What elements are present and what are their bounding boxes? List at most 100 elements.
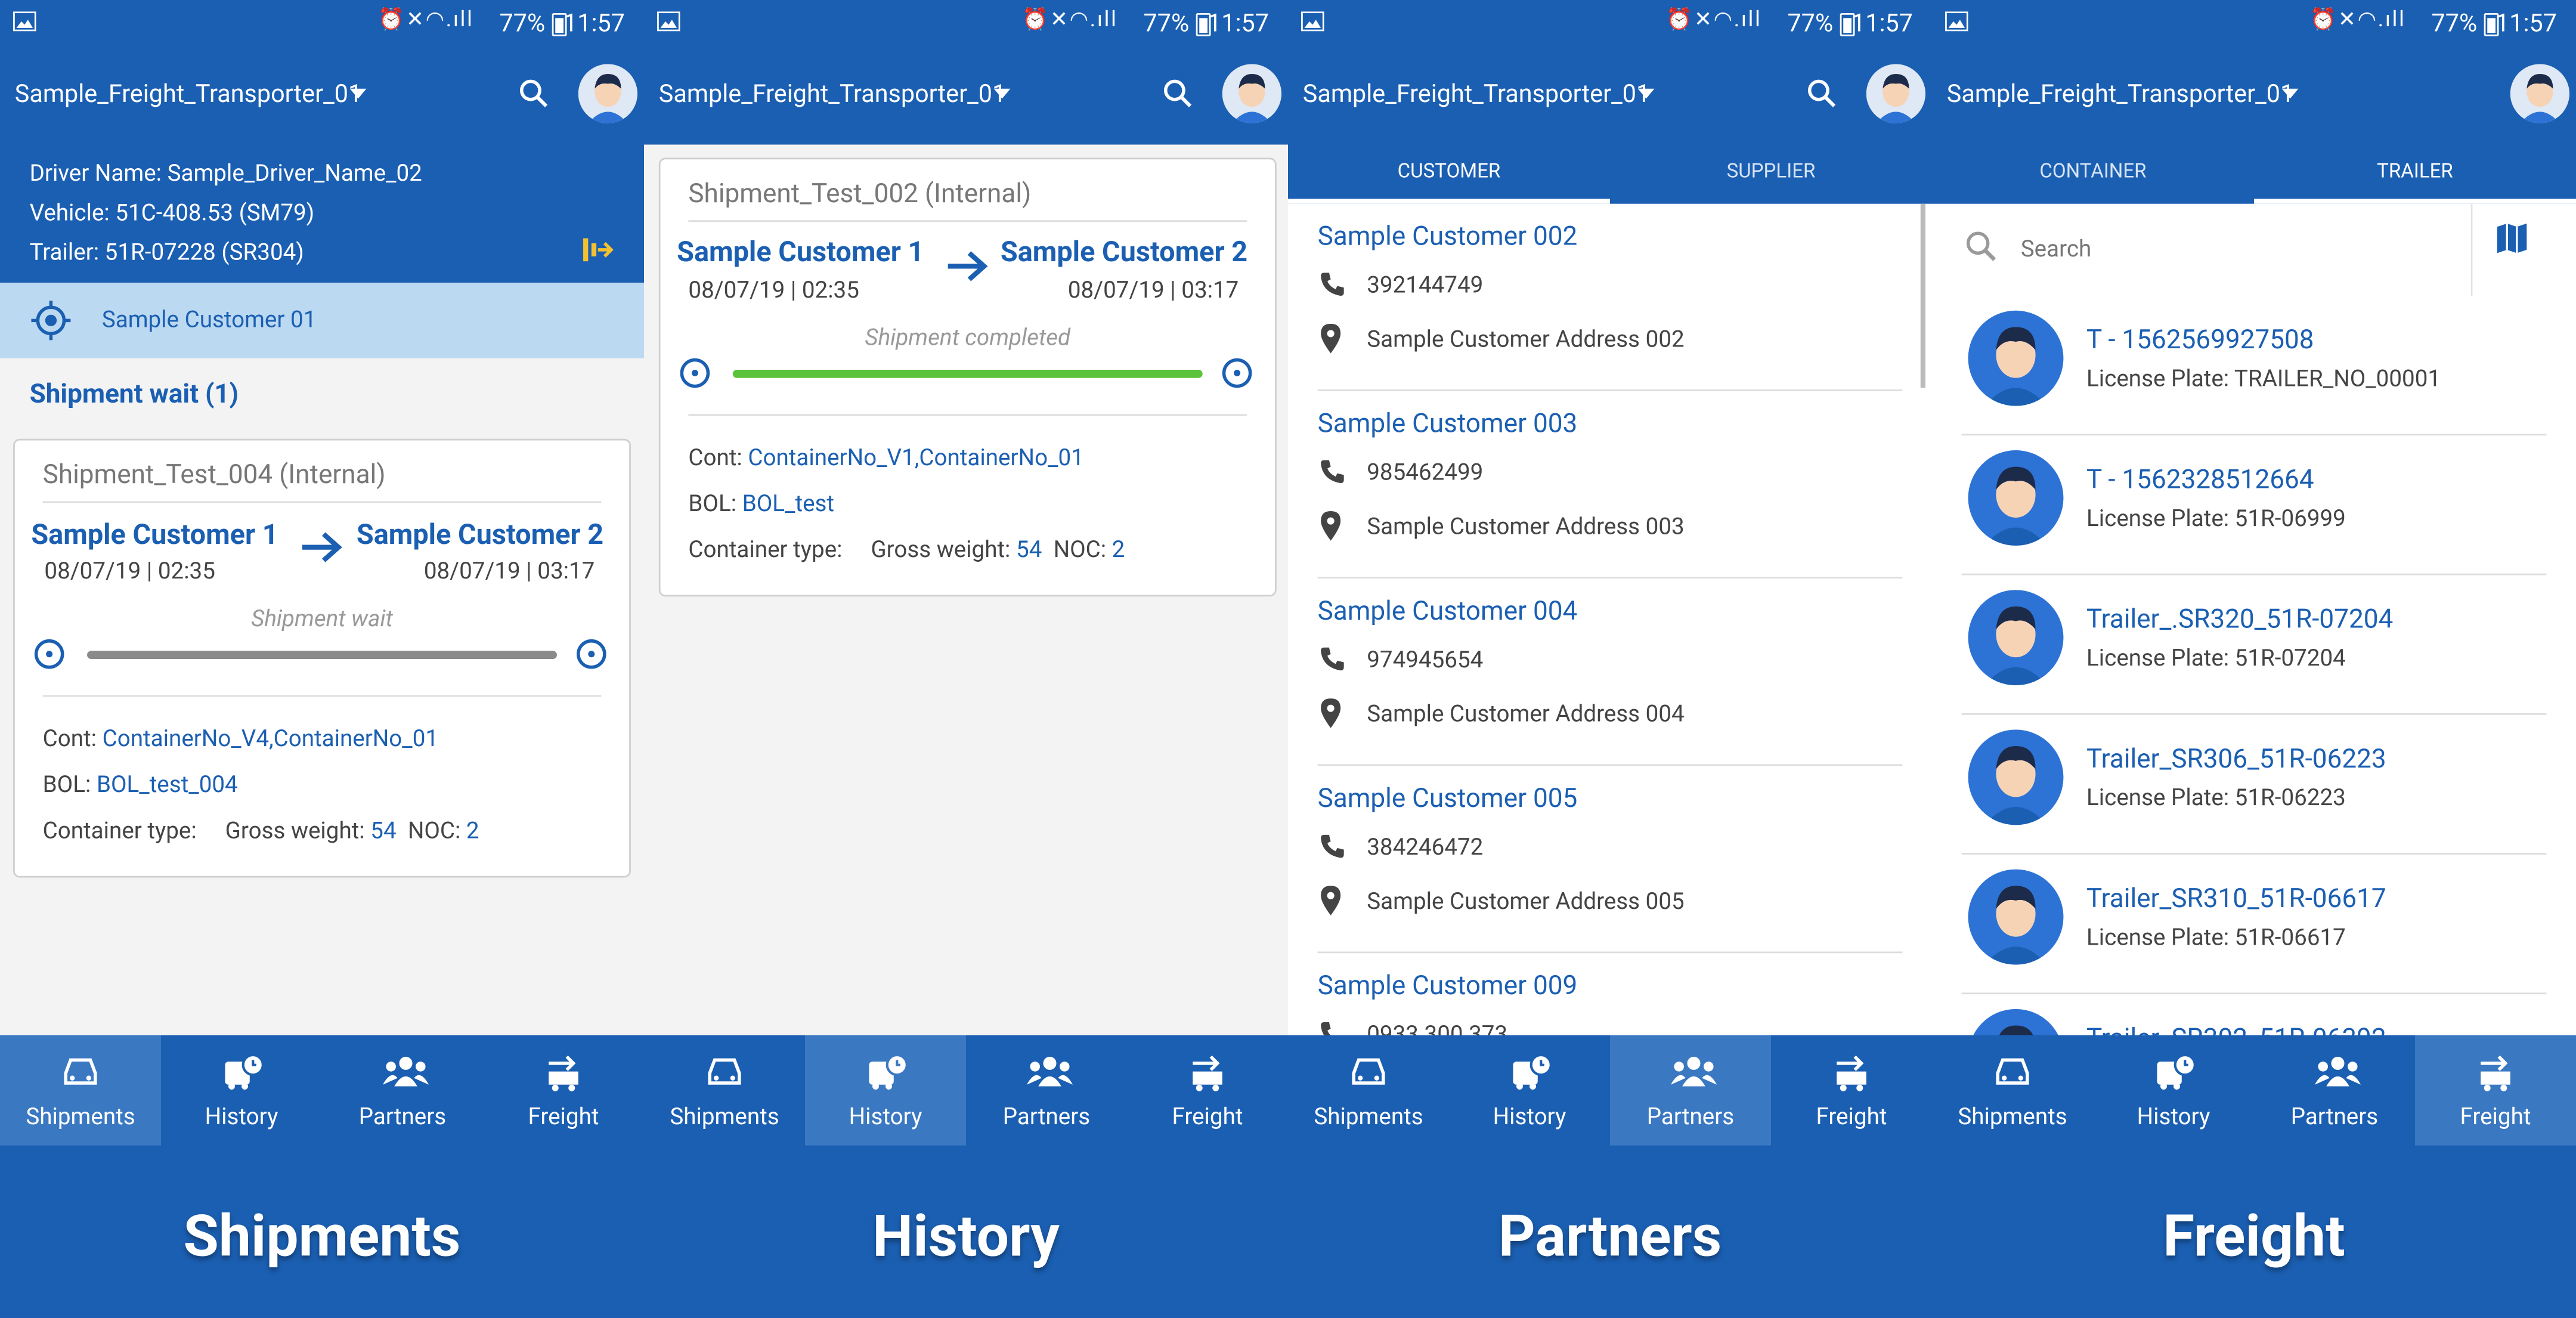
chevron-down-icon[interactable] (1637, 88, 1655, 99)
driver-name: Driver Name: Sample_Driver_Name_02 (29, 161, 422, 188)
signal-icons: ⏰✕◠.ıll (1021, 8, 1118, 33)
avatar[interactable] (2510, 64, 2569, 123)
divider (688, 414, 1247, 416)
car-icon (708, 1058, 741, 1085)
avatar (1968, 590, 2064, 686)
nav-history[interactable]: History (161, 1035, 322, 1146)
company-selector[interactable]: Sample_Freight_Transporter_01 (15, 79, 362, 109)
nav-shipments[interactable]: Shipments (1288, 1035, 1449, 1146)
nav-partners[interactable]: Partners (1610, 1035, 1771, 1146)
history-content: Shipment_Test_002 (Internal) Sample Cust… (644, 144, 1288, 1036)
trailer-list: T - 1562569927508 License Plate: TRAILER… (1931, 296, 2576, 1036)
weight-info: Container type: Gross weight: 54 NOC: 2 (688, 537, 1125, 564)
location-pin-icon (1321, 886, 1341, 915)
customer-list: Sample Customer 002 392144749 Sample Cus… (1288, 203, 1932, 1036)
shipment-card[interactable]: Shipment_Test_002 (Internal) Sample Cust… (658, 157, 1277, 597)
list-item[interactable]: T - 1562328512664 License Plate: 51R-069… (1932, 435, 2576, 576)
shipment-title: Shipment_Test_004 (Internal) (42, 458, 386, 490)
nav-history[interactable]: History (805, 1035, 966, 1146)
list-item[interactable]: Sample Customer 004 974945654 Sample Cus… (1288, 578, 1903, 766)
app-bar: Sample_Freight_Transporter_01 (1932, 46, 2576, 144)
search-icon[interactable] (1163, 79, 1193, 109)
nav-freight[interactable]: Freight (483, 1035, 644, 1146)
list-item[interactable]: Trailer_.SR320_51R-07204 License Plate: … (1932, 575, 2576, 715)
search-input[interactable] (2017, 230, 2451, 270)
scrollbar[interactable] (1920, 203, 1925, 388)
list-item[interactable]: Trailer_SR306_51R-06223 License Plate: 5… (1932, 715, 2576, 855)
nav-shipments[interactable]: Shipments (644, 1035, 805, 1146)
nav-partners[interactable]: Partners (322, 1035, 483, 1146)
company-selector[interactable]: Sample_Freight_Transporter_01 (1303, 79, 1650, 109)
nav-partners[interactable]: Partners (2254, 1035, 2415, 1146)
nav-history[interactable]: History (2093, 1035, 2254, 1146)
location-label: Sample Customer 01 (101, 307, 317, 334)
truck-clock-icon (869, 1054, 908, 1090)
chevron-down-icon[interactable] (2281, 88, 2299, 99)
chevron-down-icon[interactable] (993, 88, 1011, 99)
nav-freight[interactable]: Freight (2414, 1035, 2576, 1146)
nav-freight[interactable]: Freight (1771, 1035, 1932, 1146)
current-location[interactable]: Sample Customer 01 (0, 282, 644, 358)
avatar (1968, 729, 2064, 825)
app-bar: Sample_Freight_Transporter_01 (1288, 46, 1932, 144)
bottom-navigation: Shipments History Partners Freight (1931, 1035, 2576, 1146)
tab-trailer[interactable]: TRAILER (2253, 144, 2576, 204)
shipment-card[interactable]: Shipment_Test_004 (Internal) Sample Cust… (13, 438, 631, 878)
list-item[interactable]: Sample Customer 005 384246472 Sample Cus… (1288, 766, 1903, 954)
search-bar (1931, 203, 2576, 298)
status-bar: ⏰✕◠.ıll 77% 11:57 (1932, 0, 2576, 46)
origin-dot (34, 639, 64, 669)
status-bar: ⏰✕◠.ıll 77% 11:57 (644, 0, 1288, 46)
freight-icon (549, 1055, 578, 1091)
list-item[interactable]: Sample Customer 002 392144749 Sample Cus… (1288, 204, 1903, 391)
container-info: Cont: ContainerNo_V1,ContainerNo_01 (688, 445, 1084, 472)
origin-date: 08/07/19 | 02:35 (44, 558, 215, 585)
destination-name: Sample Customer 2 (356, 519, 604, 552)
map-icon[interactable] (2494, 220, 2530, 256)
freight-icon (2481, 1055, 2510, 1091)
avatar[interactable] (1866, 64, 1925, 123)
screen-caption: Partners (1498, 1203, 1722, 1271)
origin-dot (680, 358, 710, 388)
tab-container[interactable]: CONTAINER (1932, 144, 2254, 203)
nav-history[interactable]: History (1449, 1035, 1610, 1146)
search-icon[interactable] (1807, 79, 1837, 109)
nav-freight[interactable]: Freight (1127, 1035, 1288, 1146)
shipment-status: Shipment wait (251, 606, 393, 633)
truck-clock-icon (225, 1054, 264, 1090)
status-bar: ⏰✕◠.ıll 77% 11:57 (1288, 0, 1932, 46)
tab-customer[interactable]: CUSTOMER (1288, 144, 1610, 204)
status-bar: ⏰✕◠.ıll 77% 11:57 (0, 0, 644, 46)
progress-track (87, 651, 557, 659)
switch-vehicle-icon[interactable] (581, 235, 614, 265)
list-item[interactable]: Sample Customer 003 985462499 Sample Cus… (1288, 391, 1903, 578)
gallery-notification-icon (1301, 11, 1324, 32)
nav-shipments[interactable]: Shipments (1932, 1035, 2093, 1146)
list-item[interactable]: Trailer_SR310_51R-06617 License Plate: 5… (1932, 855, 2576, 995)
destination-date: 08/07/19 | 03:17 (423, 558, 595, 585)
nav-shipments[interactable]: Shipments (0, 1035, 161, 1146)
weight-info: Container type: Gross weight: 54 NOC: 2 (42, 818, 479, 845)
partners-screen: ⏰✕◠.ıll 77% 11:57 Sample_Freight_Transpo… (1288, 0, 1932, 1318)
clock: 11:57 (1207, 8, 1269, 38)
list-item[interactable]: Trailer_SR302_51R-06392 (1932, 994, 2576, 1036)
chevron-down-icon[interactable] (349, 88, 367, 99)
clock: 11:57 (1851, 8, 1913, 38)
destination-date: 08/07/19 | 03:17 (1067, 277, 1239, 304)
list-item[interactable]: Sample Customer 009 0933 300 373 (1288, 953, 1902, 1036)
avatar[interactable] (578, 64, 637, 123)
destination-dot (577, 639, 606, 669)
shipment-title: Shipment_Test_002 (Internal) (688, 177, 1032, 209)
company-selector[interactable]: Sample_Freight_Transporter_01 (1947, 79, 2294, 109)
trailer-info: Trailer: 51R-07228 (SR304) (29, 240, 304, 267)
location-pin-icon (1321, 698, 1341, 728)
avatar[interactable] (1222, 64, 1281, 123)
list-item[interactable]: T - 1562569927508 License Plate: TRAILER… (1932, 296, 2576, 436)
company-selector[interactable]: Sample_Freight_Transporter_01 (659, 79, 1006, 109)
screenshot-collage: ⏰✕◠.ıll 77% 11:57 Sample_Freight_Transpo… (0, 0, 2576, 1318)
search-icon[interactable] (519, 79, 549, 109)
nav-partners[interactable]: Partners (966, 1035, 1127, 1146)
location-pin-icon (1321, 323, 1341, 354)
tab-supplier[interactable]: SUPPLIER (1610, 144, 1932, 203)
battery-percent: 77% (1787, 8, 1834, 38)
